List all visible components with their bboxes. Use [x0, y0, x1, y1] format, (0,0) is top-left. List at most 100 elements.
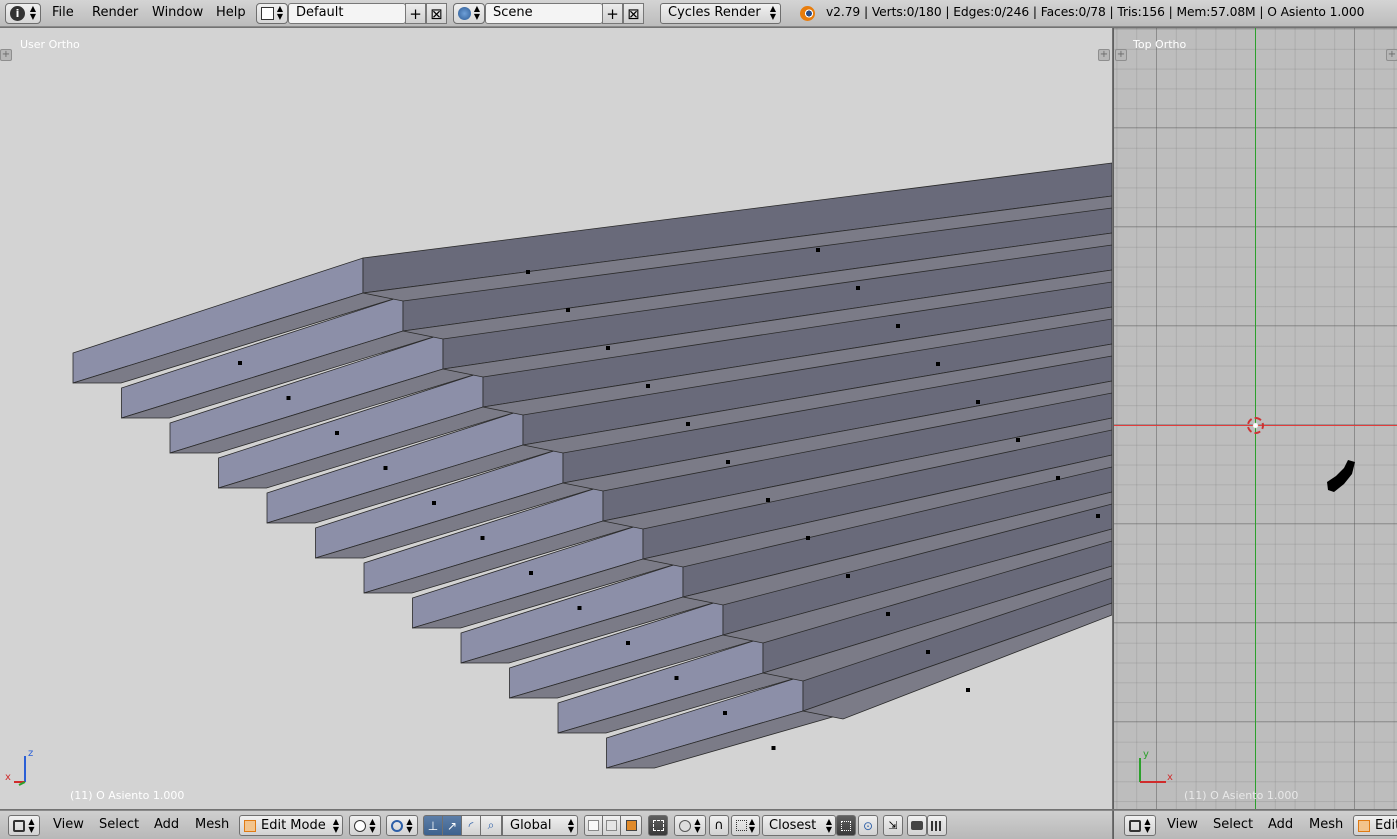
render-still-button[interactable]: [907, 815, 927, 836]
limit-selection-to-visible-button[interactable]: [648, 815, 668, 836]
snap-element-dropdown[interactable]: ▲ ▼: [731, 815, 760, 836]
snap-toggle-button[interactable]: ∩: [709, 815, 729, 836]
snap-rotation-icon: [841, 820, 851, 831]
face-center-dot[interactable]: [674, 676, 679, 680]
updown-arrows-icon: ▲ ▼: [825, 817, 832, 834]
edit-mode-icon: [1358, 819, 1370, 832]
menu-mesh[interactable]: Mesh: [195, 817, 229, 832]
copy-paste-layers-button[interactable]: ⇲: [883, 815, 903, 836]
3d-cursor-icon[interactable]: [1247, 417, 1264, 434]
magnet-icon: ∩: [714, 818, 724, 833]
screen-layout-browse[interactable]: ▲ ▼: [256, 3, 288, 24]
transform-orientation-dropdown[interactable]: Global ▲ ▼: [502, 815, 578, 836]
menu-select[interactable]: Select: [99, 817, 139, 832]
face-center-dot[interactable]: [238, 361, 242, 365]
face-center-dot[interactable]: [686, 422, 690, 426]
snap-align-rotation-button[interactable]: [836, 815, 856, 836]
axis-x-label: x: [1167, 772, 1173, 783]
face-center-dot[interactable]: [936, 362, 940, 366]
face-center-dot[interactable]: [1056, 476, 1060, 480]
add-layout-button[interactable]: +: [405, 3, 426, 24]
face-center-dot[interactable]: [726, 460, 730, 464]
area-split-handle[interactable]: +: [1098, 49, 1110, 61]
menu-select[interactable]: Select: [1213, 817, 1253, 832]
mode-dropdown[interactable]: Edit: [1353, 815, 1397, 836]
area-split-handle[interactable]: +: [0, 49, 12, 61]
vertex-select-mode-button[interactable]: [584, 815, 603, 836]
render-animation-button[interactable]: [927, 815, 947, 836]
scene-browse[interactable]: ▲ ▼: [453, 3, 485, 24]
translate-manipulator-button[interactable]: ↗: [442, 815, 462, 836]
delete-layout-button[interactable]: ⊠: [426, 3, 447, 24]
face-center-dot[interactable]: [526, 270, 530, 274]
3d-viewport-top-ortho[interactable]: Top Ortho (11) O Asiento 1.000 + + y x: [1113, 28, 1397, 809]
scale-icon: ⌕: [487, 818, 495, 832]
face-center-dot[interactable]: [766, 498, 770, 502]
3d-view-header: ▲ ▼ View Select Add Mesh Edit Mode ▲ ▼ ▲ ▼ …: [0, 810, 1112, 839]
mesh-object-topview[interactable]: [1322, 456, 1362, 496]
snap-target-dropdown[interactable]: Closest ▲ ▼: [762, 815, 836, 836]
shading-sphere-icon: [354, 819, 367, 832]
menu-file[interactable]: File: [52, 5, 74, 20]
updown-arrows-icon: ▲ ▼: [369, 816, 376, 834]
menu-add[interactable]: Add: [1268, 817, 1293, 832]
face-center-dot[interactable]: [926, 650, 930, 654]
menu-help[interactable]: Help: [216, 5, 246, 20]
face-center-dot[interactable]: [606, 346, 610, 350]
face-center-dot[interactable]: [976, 400, 980, 404]
menu-window[interactable]: Window: [152, 5, 203, 20]
face-select-mode-button[interactable]: [620, 815, 642, 836]
editor-type-selector[interactable]: ▲ ▼: [8, 815, 40, 836]
face-center-dot[interactable]: [577, 606, 582, 610]
face-center-dot[interactable]: [856, 286, 860, 290]
view-label: Top Ortho: [1133, 38, 1187, 51]
menu-add[interactable]: Add: [154, 817, 179, 832]
updown-arrows-icon: ▲ ▼: [28, 816, 35, 834]
rotate-manipulator-button[interactable]: ◜: [461, 815, 481, 836]
area-split-handle[interactable]: +: [1386, 49, 1397, 61]
add-scene-button[interactable]: +: [602, 3, 623, 24]
face-center-dot[interactable]: [816, 248, 820, 252]
face-center-dot[interactable]: [1016, 438, 1020, 442]
pivot-point-dropdown[interactable]: ▲ ▼: [386, 815, 418, 836]
face-center-dot[interactable]: [286, 396, 291, 400]
menu-view[interactable]: View: [1167, 817, 1198, 832]
delete-scene-button[interactable]: ⊠: [623, 3, 644, 24]
viewport-shading-dropdown[interactable]: ▲ ▼: [349, 815, 381, 836]
face-center-dot[interactable]: [646, 384, 650, 388]
face-center-dot[interactable]: [886, 612, 890, 616]
edge-select-mode-button[interactable]: [602, 815, 621, 836]
mode-dropdown[interactable]: Edit Mode ▲ ▼: [239, 815, 343, 836]
area-split-handle[interactable]: +: [1115, 49, 1127, 61]
mesh-drawing[interactable]: [0, 28, 1112, 809]
face-center-dot[interactable]: [626, 641, 630, 645]
scene-name[interactable]: Scene: [485, 3, 603, 24]
face-center-dot[interactable]: [846, 574, 850, 578]
face-center-dot[interactable]: [771, 746, 776, 750]
scale-manipulator-button[interactable]: ⌕: [480, 815, 502, 836]
menu-render[interactable]: Render: [92, 5, 138, 20]
face-center-dot[interactable]: [1096, 514, 1100, 518]
3d-viewport-user-ortho[interactable]: User Ortho (11) O Asiento 1.000 + + z x: [0, 28, 1112, 809]
face-center-dot[interactable]: [966, 688, 970, 692]
face-center-dot[interactable]: [480, 536, 485, 540]
menu-mesh[interactable]: Mesh: [1309, 817, 1343, 832]
face-center-dot[interactable]: [806, 536, 810, 540]
face-center-dot[interactable]: [723, 711, 727, 715]
snap-project-button[interactable]: ⊙: [858, 815, 878, 836]
render-engine-dropdown[interactable]: Cycles Render ▲ ▼: [660, 3, 781, 24]
face-center-dot[interactable]: [383, 466, 388, 470]
face-center-dot[interactable]: [529, 571, 533, 575]
editor-type-selector[interactable]: i ▲ ▼: [5, 3, 41, 24]
face-center-dot[interactable]: [566, 308, 570, 312]
screen-layout-name[interactable]: Default: [288, 3, 406, 24]
face-center-dot[interactable]: [432, 501, 436, 505]
manipulator-toggle-button[interactable]: ⊥: [423, 815, 443, 836]
updown-arrows-icon: ▲ ▼: [276, 4, 283, 21]
layout-icon: [261, 7, 274, 20]
face-center-dot[interactable]: [335, 431, 339, 435]
face-center-dot[interactable]: [896, 324, 900, 328]
menu-view[interactable]: View: [53, 817, 84, 832]
proportional-editing-dropdown[interactable]: ▲ ▼: [674, 815, 706, 836]
editor-type-selector[interactable]: ▲ ▼: [1124, 815, 1156, 836]
